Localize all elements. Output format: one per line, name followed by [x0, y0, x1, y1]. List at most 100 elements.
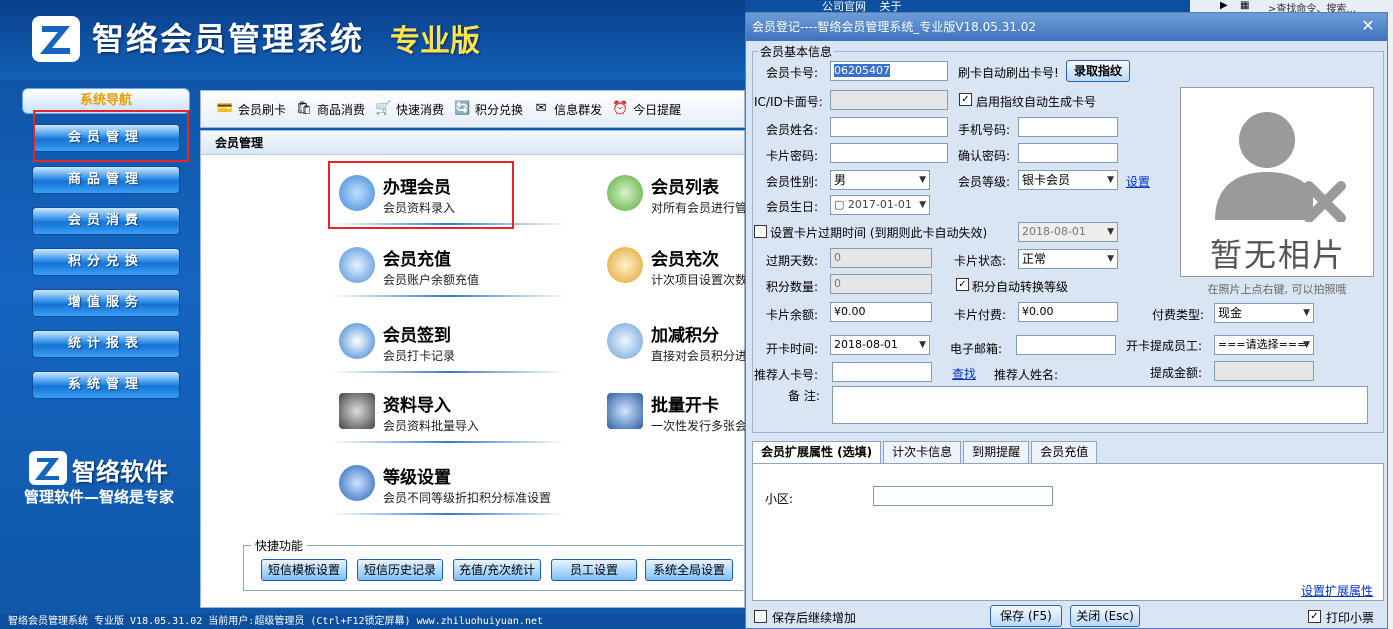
tab-expiry-reminder[interactable]: 到期提醒	[963, 441, 1030, 463]
grid-icon[interactable]: ▦	[1240, 0, 1249, 11]
toolbar-label: 信息群发	[554, 102, 603, 117]
feature-title: 资料导入	[383, 396, 451, 416]
sms-template-button[interactable]: 短信模板设置	[261, 559, 347, 581]
card-no-input[interactable]: 06205407	[830, 61, 948, 81]
avatar-placeholder-icon	[1215, 112, 1346, 222]
toolbar-bulk-message[interactable]: ✉ 信息群发	[531, 100, 602, 118]
tab-count-card-info[interactable]: 计次卡信息	[883, 441, 962, 463]
nav-value-added[interactable]: 增值服务	[32, 289, 180, 317]
tab-member-recharge[interactable]: 会员充值	[1031, 441, 1098, 463]
confirm-password-label: 确认密码:	[958, 149, 1011, 163]
nav-product-management[interactable]: 商品管理	[32, 166, 180, 194]
toolbar-points-exchange[interactable]: 🔄 积分兑换	[452, 100, 523, 118]
expire-date-picker[interactable]: 2018-08-01	[1018, 222, 1118, 242]
auto-fingerprint-checkbox[interactable]: ✓	[959, 93, 972, 106]
remark-label: 备 注:	[788, 389, 820, 403]
toolbar-card-swipe[interactable]: 💳 会员刷卡	[215, 100, 286, 118]
ext-panel: 小区: 设置扩展属性	[752, 463, 1384, 601]
user-level-icon	[339, 465, 375, 501]
staff-select[interactable]: ===请选择===	[1214, 335, 1314, 355]
photo-box[interactable]: 暂无相片	[1180, 87, 1374, 277]
toolbar: 💳 会员刷卡 🛍 商品消费 🛒 快速消费 🔄 积分兑换 ✉ 信息群发 ⏰ 今日提醒	[200, 90, 745, 128]
toolbar-product-consume[interactable]: 🛍 商品消费	[294, 100, 365, 118]
open-time-picker[interactable]: 2018-08-01	[830, 335, 930, 355]
content-title: 会员管理	[201, 131, 744, 155]
icid-input[interactable]	[830, 90, 948, 110]
feature-title: 批量开卡	[651, 396, 719, 416]
gender-select[interactable]: 男	[830, 170, 930, 190]
ext-settings-link[interactable]: 设置扩展属性	[1301, 582, 1373, 599]
email-label: 电子邮箱:	[950, 342, 1003, 356]
staff-settings-button[interactable]: 员工设置	[551, 559, 637, 581]
nav-system-management[interactable]: 系统管理	[32, 371, 180, 399]
sms-history-button[interactable]: 短信历史记录	[357, 559, 443, 581]
level-label: 会员等级:	[958, 175, 1011, 189]
remark-textarea[interactable]	[832, 386, 1368, 424]
swipe-hint: 刷卡自动刷出卡号!	[958, 66, 1059, 80]
name-label: 会员姓名:	[766, 123, 819, 137]
card-no-value: 06205407	[834, 64, 890, 77]
member-register-dialog: 会员登记----智络会员管理系统_专业版V18.05.31.02 ✕ 会员基本信…	[745, 12, 1388, 629]
print-checkbox[interactable]: ✓	[1308, 610, 1321, 623]
nav-highlight-box	[33, 110, 189, 162]
recharge-stats-button[interactable]: 充值/充次统计	[453, 559, 541, 581]
nav-points-exchange[interactable]: 积分兑换	[32, 248, 180, 276]
nav-reports[interactable]: 统计报表	[32, 330, 180, 358]
nav-member-consumption[interactable]: 会员消费	[32, 207, 180, 235]
brand-logo-icon	[29, 451, 67, 485]
toolbar-today-reminder[interactable]: ⏰ 今日提醒	[610, 100, 681, 118]
right-edge	[1388, 14, 1393, 629]
feature-level-settings[interactable]: 等级设置 会员不同等级折扣积分标准设置	[331, 453, 631, 515]
referrer-no-input[interactable]	[832, 362, 932, 382]
auto-level-checkbox[interactable]: ✓	[956, 278, 969, 291]
cart-icon: 🛒	[374, 101, 392, 116]
commission-input[interactable]	[1214, 361, 1314, 381]
birthday-value: 2017-01-01	[847, 198, 912, 211]
expire-days-input[interactable]: 0	[830, 248, 932, 268]
icid-label: IC/ID卡面号:	[754, 95, 823, 109]
toolbar-label: 商品消费	[317, 102, 366, 117]
birthday-picker[interactable]: ▢ 2017-01-01	[830, 195, 930, 215]
password-input[interactable]	[830, 143, 948, 163]
play-icon[interactable]: ▶	[1220, 0, 1228, 11]
feature-member-checkin[interactable]: 会员签到 会员打卡记录	[331, 311, 571, 373]
feature-member-recharge[interactable]: 会员充值 会员账户余额充值	[331, 235, 571, 297]
level-select[interactable]: 银卡会员	[1018, 170, 1118, 190]
continue-checkbox[interactable]	[754, 610, 767, 623]
confirm-password-input[interactable]	[1018, 143, 1118, 163]
expire-checkbox[interactable]	[754, 225, 767, 238]
laptop-icon	[339, 393, 375, 429]
staff-label: 开卡提成员工:	[1126, 339, 1203, 353]
name-input[interactable]	[830, 117, 948, 137]
search-link[interactable]: 查找	[952, 365, 976, 382]
close-icon[interactable]: ✕	[1355, 16, 1381, 36]
toolbar-label: 今日提醒	[633, 102, 682, 117]
feature-title: 加减积分	[651, 326, 719, 346]
card-status-label: 卡片状态:	[954, 254, 1007, 268]
level-settings-link[interactable]: 设置	[1126, 173, 1150, 190]
close-button[interactable]: 关闭 (Esc)	[1070, 605, 1140, 627]
expire-days-label: 过期天数:	[766, 254, 819, 268]
email-input[interactable]	[1016, 335, 1116, 355]
global-settings-button[interactable]: 系统全局设置	[645, 559, 733, 581]
balance-label: 卡片余额:	[766, 308, 819, 322]
feature-data-import[interactable]: 资料导入 会员资料批量导入	[331, 381, 571, 443]
save-button[interactable]: 保存 (F5)	[990, 605, 1062, 627]
card-fee-input[interactable]: ¥0.00	[1018, 302, 1118, 322]
feature-desc: 计次项目设置次数	[651, 273, 748, 287]
district-input[interactable]	[873, 486, 1053, 506]
feature-highlight-box	[328, 161, 514, 229]
tab-extended-attributes[interactable]: 会员扩展属性 (选填)	[752, 441, 882, 463]
points-input[interactable]: 0	[830, 274, 932, 294]
card-status-select[interactable]: 正常	[1018, 249, 1118, 269]
pay-type-select[interactable]: 现金	[1214, 303, 1314, 323]
exchange-icon: 🔄	[453, 101, 471, 116]
fingerprint-button[interactable]: 录取指纹	[1066, 60, 1130, 82]
stopwatch-icon	[339, 323, 375, 359]
birthday-label: 会员生日:	[766, 200, 819, 214]
app-logo-icon	[32, 16, 80, 62]
toolbar-quick-consume[interactable]: 🛒 快速消费	[373, 100, 444, 118]
ext-tabs: 会员扩展属性 (选填) 计次卡信息 到期提醒 会员充值	[752, 441, 1099, 463]
phone-input[interactable]	[1018, 117, 1118, 137]
balance-input[interactable]: ¥0.00	[830, 302, 932, 322]
